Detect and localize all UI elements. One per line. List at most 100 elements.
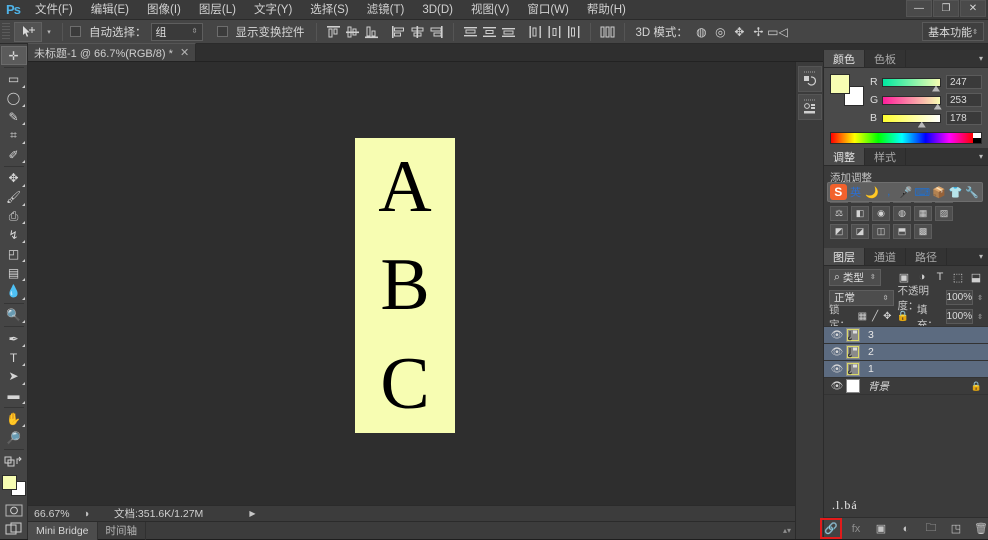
tab-mini-bridge[interactable]: Mini Bridge [28, 522, 98, 540]
history-brush-tool-icon[interactable]: ↯ [1, 225, 27, 244]
fill-value[interactable]: 100% [946, 309, 974, 324]
layer-visibility-toggle[interactable]: 👁 [828, 330, 846, 341]
layer-visibility-toggle[interactable]: 👁 [828, 364, 846, 375]
filter-adjustment-icon[interactable]: ◑ [915, 271, 929, 283]
layers-panel-menu-icon[interactable]: ▾ [974, 248, 988, 265]
gradient-map-icon[interactable]: ◫ [872, 224, 890, 239]
roll-3d-icon[interactable]: ◎ [712, 23, 729, 41]
color-tab-0[interactable]: 颜色 [824, 50, 865, 67]
rotate-3d-icon[interactable]: ◍ [693, 23, 710, 41]
layer-row[interactable]: 👁2 [824, 344, 988, 361]
layer-visibility-toggle[interactable]: 👁 [828, 381, 846, 392]
lasso-tool-icon[interactable]: ◯ [1, 89, 27, 108]
new-layer-icon[interactable]: ◳ [949, 522, 963, 535]
menu-item-10[interactable]: 帮助(H) [578, 0, 635, 20]
align-top-edges-icon[interactable] [325, 23, 342, 41]
scale-3d-camera-icon[interactable]: ▭◁ [769, 23, 786, 41]
auto-select-scope-select[interactable]: 组 ⇳ [151, 23, 203, 41]
filter-shape-icon[interactable]: ⬚ [951, 271, 965, 284]
history-panel-icon[interactable] [798, 66, 822, 92]
layer-thumbnail[interactable] [846, 379, 860, 393]
clone-stamp-tool-icon[interactable]: ⎙ [1, 207, 27, 226]
drag-3d-icon[interactable]: ✥ [731, 23, 748, 41]
canvas-area[interactable]: ABC [28, 62, 795, 505]
filter-type-icon[interactable]: T [933, 271, 947, 283]
selective-color-icon[interactable]: ⬒ [893, 224, 911, 239]
distribute-left-edges-icon[interactable] [527, 23, 544, 41]
distribute-horizontal-centers-icon[interactable] [546, 23, 563, 41]
foreground-color-swatch[interactable] [2, 475, 17, 490]
mini-bridge-panel-icon[interactable] [798, 94, 822, 120]
workspace-switcher[interactable]: 基本功能 ⇳ [922, 22, 984, 41]
auto-select-checkbox[interactable] [70, 26, 81, 37]
quick-selection-tool-icon[interactable]: ✎ [1, 108, 27, 127]
layers-tab-1[interactable]: 通道 [865, 248, 906, 265]
sogou-logo-icon[interactable]: S [830, 184, 847, 200]
menu-item-6[interactable]: 滤镜(T) [358, 0, 414, 20]
channel-slider-R[interactable] [882, 78, 941, 87]
color-swatches[interactable] [830, 74, 864, 106]
layer-thumbnail[interactable] [846, 362, 860, 376]
close-button[interactable]: ✕ [960, 0, 986, 17]
auto-align-layers-icon[interactable] [599, 23, 616, 41]
posterize-icon[interactable]: ▨ [935, 206, 953, 221]
lock-transparent-pixels-icon[interactable]: ▦ [858, 311, 867, 322]
layer-row[interactable]: 👁3 [824, 327, 988, 344]
distribute-top-edges-icon[interactable] [462, 23, 479, 41]
comma-icon[interactable]: , [881, 184, 897, 200]
invert-icon[interactable]: ◩ [830, 224, 848, 239]
align-left-edges-icon[interactable] [390, 23, 407, 41]
layer-name[interactable]: 2 [868, 346, 874, 358]
artboard[interactable]: ABC [355, 138, 455, 433]
horizontal-type-tool-icon[interactable]: T [1, 348, 27, 367]
menu-item-5[interactable]: 选择(S) [301, 0, 357, 20]
align-vertical-centers-icon[interactable] [344, 23, 361, 41]
path-selection-tool-icon[interactable]: ➤ [1, 367, 27, 386]
photo-filter-icon[interactable]: ◉ [872, 206, 890, 221]
layer-visibility-toggle[interactable]: 👁 [828, 347, 846, 358]
channel-value-G[interactable]: 253 [946, 93, 982, 107]
threshold-icon[interactable]: ◪ [851, 224, 869, 239]
menu-item-7[interactable]: 3D(D) [413, 0, 462, 20]
opacity-stepper-icon[interactable]: ⇳ [977, 294, 983, 302]
move-tool-icon[interactable] [14, 22, 42, 42]
white-black-swatch[interactable] [973, 133, 981, 143]
layers-tab-2[interactable]: 路径 [906, 248, 947, 265]
restore-button[interactable]: ❐ [933, 0, 959, 17]
channel-slider-B[interactable] [882, 114, 941, 123]
distribute-right-edges-icon[interactable] [565, 23, 582, 41]
spectrum-gradient[interactable] [831, 133, 973, 143]
adjustments-panel-menu-icon[interactable]: ▾ [974, 148, 988, 165]
black-white-icon[interactable]: ◧ [851, 206, 869, 221]
blur-tool-icon[interactable]: 💧 [1, 282, 27, 301]
distribute-vertical-centers-icon[interactable] [481, 23, 498, 41]
mic-icon[interactable]: 🎤 [898, 184, 914, 200]
channel-value-R[interactable]: 247 [946, 75, 982, 89]
foreground-background-colors[interactable] [1, 474, 27, 497]
dodge-tool-icon[interactable]: 🔍 [1, 306, 27, 325]
menu-item-3[interactable]: 图层(L) [190, 0, 245, 20]
eraser-tool-icon[interactable]: ◰ [1, 244, 27, 263]
color-balance-icon[interactable]: ⚖ [830, 206, 848, 221]
minimize-button[interactable]: — [906, 0, 932, 17]
menu-item-9[interactable]: 窗口(W) [518, 0, 578, 20]
color-panel-menu-icon[interactable]: ▾ [974, 50, 988, 67]
ime-language-toggle[interactable]: 英 [848, 184, 864, 200]
menu-item-1[interactable]: 编辑(E) [82, 0, 138, 20]
lock-image-pixels-icon[interactable]: ╱ [872, 311, 878, 322]
wrench-icon[interactable]: 🔧 [964, 184, 980, 200]
layer-row[interactable]: 👁1 [824, 361, 988, 378]
fill-stepper-icon[interactable]: ⇳ [977, 313, 983, 321]
shirt-icon[interactable]: 👕 [948, 184, 964, 200]
brush-tool-icon[interactable]: 🖌 [1, 188, 27, 207]
filter-smart-object-icon[interactable]: ⬓ [969, 271, 983, 284]
moon-icon[interactable]: 🌙 [864, 184, 880, 200]
lock-all-icon[interactable]: 🔒 [896, 311, 908, 322]
channel-slider-G[interactable] [882, 96, 941, 105]
eyedropper-tool-icon[interactable]: ✐ [1, 145, 27, 164]
distribute-bottom-edges-icon[interactable] [500, 23, 517, 41]
color-spectrum-ramp[interactable] [830, 132, 982, 144]
tab-timeline[interactable]: 时间轴 [98, 522, 147, 540]
lock-position-icon[interactable]: ✥ [883, 311, 891, 322]
sogou-input-method-toolbar[interactable]: S 英 🌙 , 🎤 ⌨ 📦 👕 🔧 [827, 182, 983, 202]
